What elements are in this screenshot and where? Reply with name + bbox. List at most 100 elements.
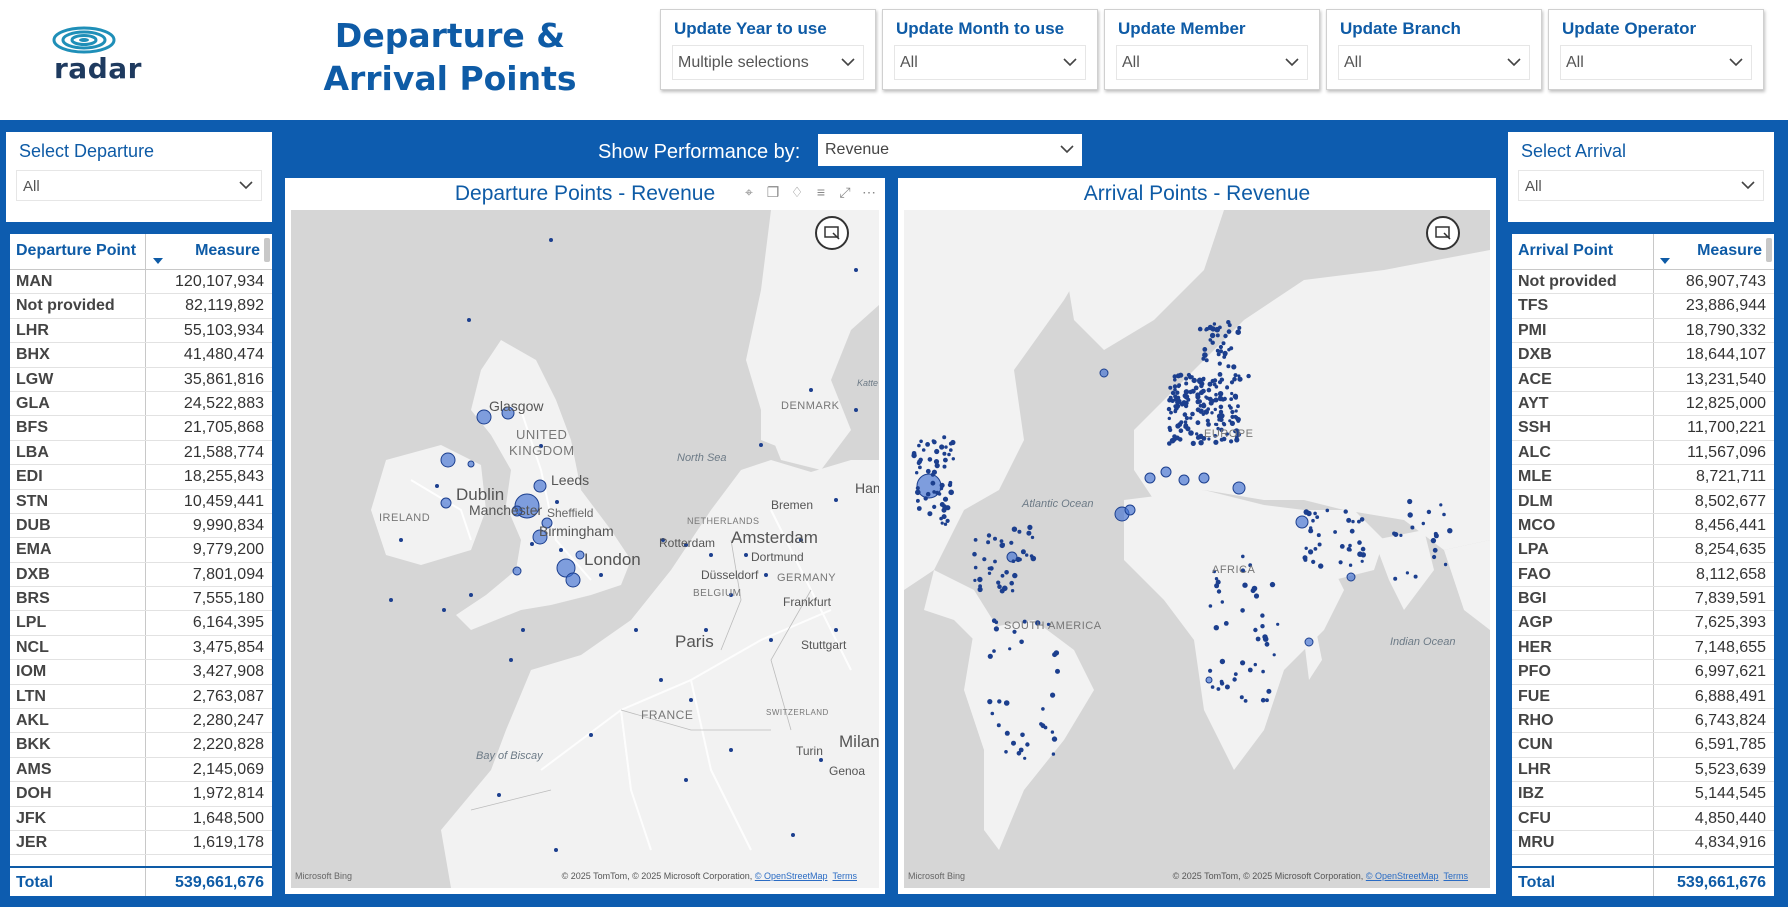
table-row[interactable]: LHR 5,523,639 [1512,758,1774,783]
table-row[interactable]: BKK 2,220,828 [10,733,272,758]
measure-value: 7,625,393 [1694,614,1766,632]
table-row[interactable]: FAO 8,112,658 [1512,563,1774,588]
table-row[interactable]: AGP 7,625,393 [1512,611,1774,636]
table-row[interactable]: PMI 18,790,332 [1512,319,1774,344]
point-code: BGI [1518,590,1547,608]
copy-icon[interactable]: ❐ [765,184,781,200]
departure-select-dropdown[interactable]: All [16,170,262,201]
table-row[interactable]: AMS 2,145,069 [10,758,272,783]
total-value: 539,661,676 [1677,874,1766,891]
table-row[interactable]: LPL 6,164,395 [10,611,272,636]
table-row[interactable]: LPA 8,254,635 [1512,538,1774,563]
table-row[interactable]: GLA 24,522,883 [10,392,272,417]
table-row[interactable]: BFS 21,705,868 [10,416,272,441]
table-row[interactable]: MCO 8,456,441 [1512,514,1774,539]
table-row[interactable]: IOM 3,427,908 [10,660,272,685]
table-row[interactable]: MAN 120,107,934 [10,270,272,295]
measure-value: 4,850,440 [1694,809,1766,827]
measure-value: 6,164,395 [192,614,264,632]
map-label-paris: Paris [675,632,714,651]
slicer-branch-dropdown[interactable]: All [1338,45,1530,80]
table-row[interactable]: DUB 9,990,834 [10,514,272,539]
table-row[interactable]: Not provided 82,119,892 [10,294,272,319]
table-row[interactable]: BGI 7,839,591 [1512,587,1774,612]
table-row[interactable]: RHO 6,743,824 [1512,709,1774,734]
table-row[interactable]: MRU 4,834,916 [1512,831,1774,856]
terms-link[interactable]: Terms [833,871,858,881]
table-row[interactable]: LHR 55,103,934 [10,319,272,344]
table-row[interactable]: BHX 41,480,474 [10,343,272,368]
table-row[interactable]: STN 10,459,441 [10,490,272,514]
table-row[interactable]: HER 7,148,655 [1512,636,1774,661]
table-row[interactable]: JFK 1,648,500 [10,807,272,831]
point-code: DOH [16,785,52,803]
table-row[interactable]: NCL 3,475,854 [10,636,272,661]
arrival-column-header[interactable]: Arrival Point [1518,242,1613,260]
table-row[interactable]: BRS 7,555,180 [10,587,272,612]
osm-link[interactable]: © OpenStreetMap [1366,871,1439,881]
slicer-member-dropdown[interactable]: All [1116,45,1308,80]
table-row[interactable]: DOH 1,972,814 [10,782,272,807]
table-row[interactable]: LBA 21,588,774 [10,441,272,466]
performance-dropdown[interactable]: Revenue [818,134,1082,166]
measure-column-header[interactable]: Measure [195,242,260,260]
table-row[interactable]: JER 1,619,178 [10,831,272,856]
arrival-map[interactable]: Atlantic Ocean EUROPE AFRICA SOUTH AMERI… [904,210,1490,888]
measure-value: 41,480,474 [183,346,264,364]
table-row[interactable]: AYT 12,825,000 [1512,392,1774,417]
table-row[interactable]: IBZ 5,144,545 [1512,782,1774,807]
slicer-operator-dropdown[interactable]: All [1560,45,1752,80]
table-row[interactable]: FUE 6,888,491 [1512,685,1774,710]
table-row[interactable]: DLM 8,502,677 [1512,490,1774,514]
logo-text: radar [54,52,142,85]
arrival-table-rows: Not provided 86,907,743 TFS 23,886,944 PMI 18… [1512,270,1774,856]
focus-mode-icon[interactable]: ⤢ [837,184,853,200]
table-row[interactable]: SSH 11,700,221 [1512,416,1774,441]
table-row[interactable]: DXB 7,801,094 [10,563,272,588]
table-scrollbar[interactable] [1766,238,1772,262]
table-row[interactable]: DXB 18,644,107 [1512,343,1774,368]
osm-link[interactable]: © OpenStreetMap [755,871,828,881]
arrival-select-dropdown[interactable]: All [1518,170,1764,201]
table-row[interactable]: ACE 13,231,540 [1512,368,1774,392]
chevron-down-icon [1063,58,1077,67]
focus-map-button[interactable] [1426,216,1460,250]
measure-value: 12,825,000 [1685,394,1766,412]
measure-value: 21,705,868 [183,419,264,437]
chevron-down-icon [1729,58,1743,67]
point-code: AGP [1518,614,1553,632]
point-code: LPA [1518,541,1549,559]
map-label-atlantic: Atlantic Ocean [1022,498,1094,510]
pin-icon[interactable]: ⌖ [741,184,757,200]
table-row[interactable]: LTN 2,763,087 [10,685,272,710]
table-row[interactable]: LGW 35,861,816 [10,368,272,392]
filter-icon[interactable]: ≡ [813,184,829,200]
sort-descending-icon[interactable] [153,258,163,264]
table-scrollbar[interactable] [264,238,270,262]
table-row[interactable]: PFO 6,997,621 [1512,660,1774,685]
departure-map[interactable]: Glasgow UNITED KINGDOM Leeds Dublin Manc… [291,210,879,888]
point-code: CUN [1518,736,1553,754]
table-row[interactable]: AKL 2,280,247 [10,709,272,734]
map-label-rotterdam: Rotterdam [659,536,716,550]
map-label-kingdom: KINGDOM [509,443,575,458]
slicer-year-dropdown[interactable]: Multiple selections [672,45,864,80]
table-row[interactable]: Not provided 86,907,743 [1512,270,1774,295]
table-row[interactable]: ALC 11,567,096 [1512,441,1774,466]
focus-map-button[interactable] [815,216,849,250]
table-row[interactable]: EDI 18,255,843 [10,465,272,490]
slicer-month-dropdown[interactable]: All [894,45,1086,80]
departure-column-header[interactable]: Departure Point [16,242,136,260]
measure-value: 82,119,892 [185,297,264,315]
table-row[interactable]: TFS 23,886,944 [1512,294,1774,319]
table-row[interactable]: CFU 4,850,440 [1512,807,1774,831]
table-row[interactable]: CUN 6,591,785 [1512,733,1774,758]
sort-descending-icon[interactable] [1660,258,1670,264]
more-options-icon[interactable]: ⋯ [861,184,877,200]
table-row[interactable]: MLE 8,721,711 [1512,465,1774,490]
terms-link[interactable]: Terms [1444,871,1469,881]
table-row[interactable]: EMA 9,779,200 [10,538,272,563]
bell-icon[interactable]: ♢ [789,184,805,200]
measure-column-header[interactable]: Measure [1697,242,1762,260]
measure-value: 1,619,178 [192,833,264,851]
